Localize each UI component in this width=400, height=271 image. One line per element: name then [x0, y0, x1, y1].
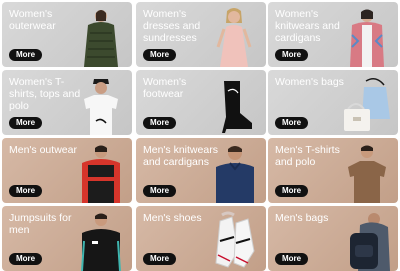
- category-tile-womens-bags[interactable]: Women's bags More: [268, 70, 398, 135]
- more-button[interactable]: More: [143, 117, 177, 129]
- woman-tshirt-image: [74, 75, 126, 135]
- man-outwear-image: [74, 143, 126, 203]
- more-button[interactable]: More: [143, 49, 177, 61]
- more-button[interactable]: More: [9, 185, 43, 197]
- sock-boot-image: [208, 75, 260, 135]
- category-tile-womens-tshirts[interactable]: Women's T-shirts, tops and polo More: [2, 70, 132, 135]
- category-tile-mens-outwear[interactable]: Men's outwear More: [2, 138, 132, 203]
- category-tile-womens-footwear[interactable]: Women's footwear More: [136, 70, 266, 135]
- more-button[interactable]: More: [275, 117, 309, 129]
- category-tile-womens-outerwear[interactable]: Women's outerwear More: [2, 2, 132, 67]
- more-button[interactable]: More: [143, 253, 177, 265]
- category-tile-mens-knitwear[interactable]: Men's knitwears and cardigans More: [136, 138, 266, 203]
- category-tile-mens-tshirts[interactable]: Men's T-shirts and polo More: [268, 138, 398, 203]
- handbags-image: [340, 75, 392, 135]
- more-button[interactable]: More: [143, 185, 177, 197]
- more-button[interactable]: More: [9, 49, 43, 61]
- category-grid: Women's outerwear More Women's dresses a…: [0, 0, 400, 271]
- woman-outerwear-image: [74, 7, 126, 67]
- more-button[interactable]: More: [275, 185, 309, 197]
- woman-dress-image: [208, 7, 260, 67]
- man-tracksuit-image: [74, 211, 126, 271]
- category-tile-womens-dresses[interactable]: Women's dresses and sundresses More: [136, 2, 266, 67]
- more-button[interactable]: More: [275, 253, 309, 265]
- more-button[interactable]: More: [9, 117, 43, 129]
- category-tile-mens-shoes[interactable]: Men's shoes More: [136, 206, 266, 271]
- category-tile-mens-bags[interactable]: Men's bags More: [268, 206, 398, 271]
- sneakers-image: [208, 211, 260, 271]
- category-tile-jumpsuits-men[interactable]: Jumpsuits for men More: [2, 206, 132, 271]
- category-tile-womens-knitwear[interactable]: Women's knitwears and cardigans More: [268, 2, 398, 67]
- man-sweater-image: [208, 143, 260, 203]
- woman-cardigan-image: [340, 7, 392, 67]
- man-tshirt-image: [340, 143, 392, 203]
- more-button[interactable]: More: [9, 253, 43, 265]
- more-button[interactable]: More: [275, 49, 309, 61]
- man-backpack-image: [340, 211, 392, 271]
